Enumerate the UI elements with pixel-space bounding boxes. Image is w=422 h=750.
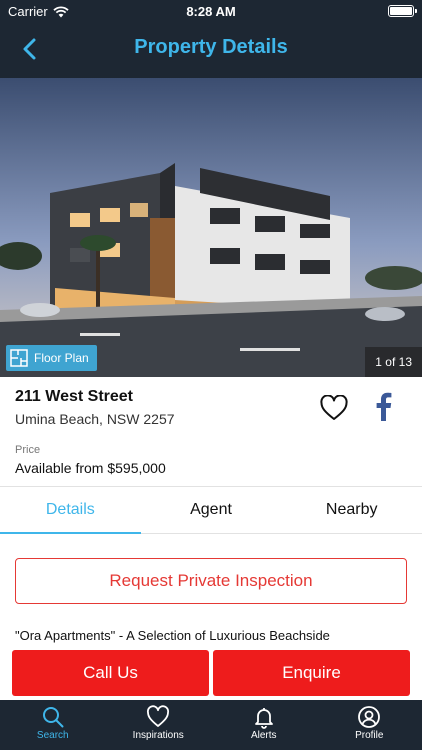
status-bar: Carrier 8:28 AM <box>0 0 422 22</box>
heart-icon <box>147 705 170 727</box>
floor-plan-icon <box>10 349 28 367</box>
tab-details[interactable]: Details <box>0 487 141 534</box>
facebook-share-icon[interactable] <box>372 391 394 421</box>
tabbar-search-label: Search <box>36 730 69 741</box>
property-price: Available from $595,000 <box>15 460 166 476</box>
tabbar-alerts-label: Alerts <box>250 730 277 741</box>
detail-tabs: Details Agent Nearby <box>0 486 422 534</box>
search-icon <box>42 707 64 728</box>
bell-icon <box>254 708 273 729</box>
favorite-heart-icon[interactable] <box>320 395 348 421</box>
tab-nearby[interactable]: Nearby <box>281 487 422 533</box>
tabbar-profile[interactable]: Profile <box>317 700 422 750</box>
tab-agent[interactable]: Agent <box>141 487 282 533</box>
app-header: Carrier 8:28 AM Property Details <box>0 0 422 78</box>
price-label: Price <box>15 444 41 456</box>
request-inspection-button[interactable]: Request Private Inspection <box>15 558 407 604</box>
property-description: "Ora Apartments" - A Selection of Luxuri… <box>15 628 330 643</box>
nav-bar: Property Details <box>0 26 422 72</box>
image-counter: 1 of 13 <box>365 347 422 377</box>
tabbar-inspirations[interactable]: Inspirations <box>106 700 212 750</box>
page-title: Property Details <box>134 36 288 58</box>
property-photo-carousel[interactable]: Floor Plan 1 of 13 <box>0 78 422 377</box>
tabbar-inspirations-label: Inspirations <box>132 730 184 741</box>
property-photo <box>0 78 422 377</box>
property-address: 211 West Street <box>15 388 133 405</box>
action-bar: Call Us Enquire <box>0 646 422 700</box>
enquire-button[interactable]: Enquire <box>213 650 410 696</box>
user-icon <box>358 706 381 728</box>
tabbar-alerts[interactable]: Alerts <box>211 700 317 750</box>
floor-plan-label: Floor Plan <box>34 351 89 365</box>
tabbar-profile-label: Profile <box>355 730 384 741</box>
tabbar-search[interactable]: Search <box>0 700 106 750</box>
bottom-tab-bar: Search Inspirations Alerts Profile <box>0 700 422 750</box>
property-summary: 211 West Street Umina Beach, NSW 2257 Pr… <box>0 377 422 485</box>
property-suburb: Umina Beach, NSW 2257 <box>15 411 175 427</box>
battery-icon <box>388 5 417 17</box>
status-time: 8:28 AM <box>186 4 236 19</box>
floor-plan-button[interactable]: Floor Plan <box>6 345 97 371</box>
call-us-button[interactable]: Call Us <box>12 650 209 696</box>
